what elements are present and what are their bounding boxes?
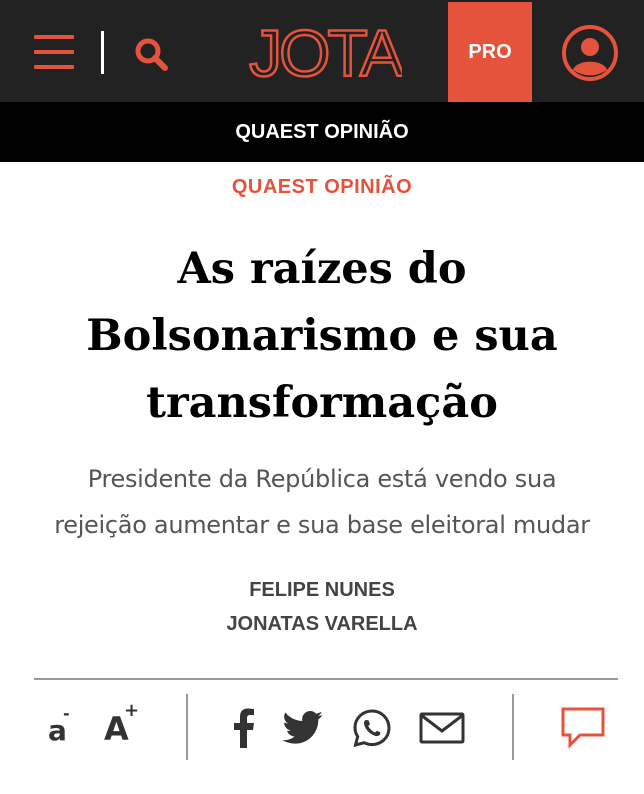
article-subtitle: Presidente da República está vendo sua r… [40,456,604,548]
article-title-line: As raízes do [177,244,467,294]
toolbar-divider [34,678,618,680]
article-subtitle-line: Presidente da República está vendo sua [87,465,557,493]
search-button[interactable] [132,34,172,74]
menu-icon-bar [34,50,74,54]
whatsapp-icon [353,709,391,748]
article-title-line: Bolsonarismo e sua [86,311,558,361]
menu-button[interactable] [30,33,76,73]
share-email-button[interactable] [419,712,465,744]
article-title: As raízes do Bolsonarismo e sua transfor… [40,236,604,437]
search-icon [135,38,168,71]
section-bar[interactable]: QUAEST OPINIÃO [0,102,644,162]
share-whatsapp-button[interactable] [352,708,392,748]
twitter-icon [282,711,323,744]
font-decrease-button[interactable]: a - [44,704,76,748]
author-link[interactable]: JONATAS VARELLA [0,613,644,636]
article-subtitle-line: rejeição aumentar e sua base eleitoral m… [54,511,590,539]
user-account-button[interactable] [560,23,620,83]
pro-button[interactable]: PRO [448,2,532,102]
menu-icon-bar [34,35,74,39]
font-decrease-sign: - [63,704,70,723]
section-bar-label: QUAEST OPINIÃO [235,120,409,143]
toolbar-separator [512,694,514,760]
comments-button[interactable] [560,706,606,750]
article-kicker[interactable]: QUAEST OPINIÃO [0,176,644,199]
svg-text:JOTA: JOTA [249,16,402,90]
facebook-icon [234,708,254,748]
share-facebook-button[interactable] [232,708,256,748]
top-header: JOTA PRO [0,0,644,102]
email-icon [419,712,465,744]
user-icon [562,25,618,81]
article-title-line: transformação [146,378,498,428]
header-divider [101,31,104,74]
font-increase-button[interactable]: A + [102,700,142,750]
share-twitter-button[interactable] [282,711,324,745]
comment-icon [561,707,605,749]
menu-icon-bar [34,65,74,69]
font-increase-sign: + [124,700,140,721]
toolbar-separator [186,694,188,760]
jota-logo[interactable]: JOTA [248,12,402,90]
author-link[interactable]: FELIPE NUNES [0,579,644,602]
